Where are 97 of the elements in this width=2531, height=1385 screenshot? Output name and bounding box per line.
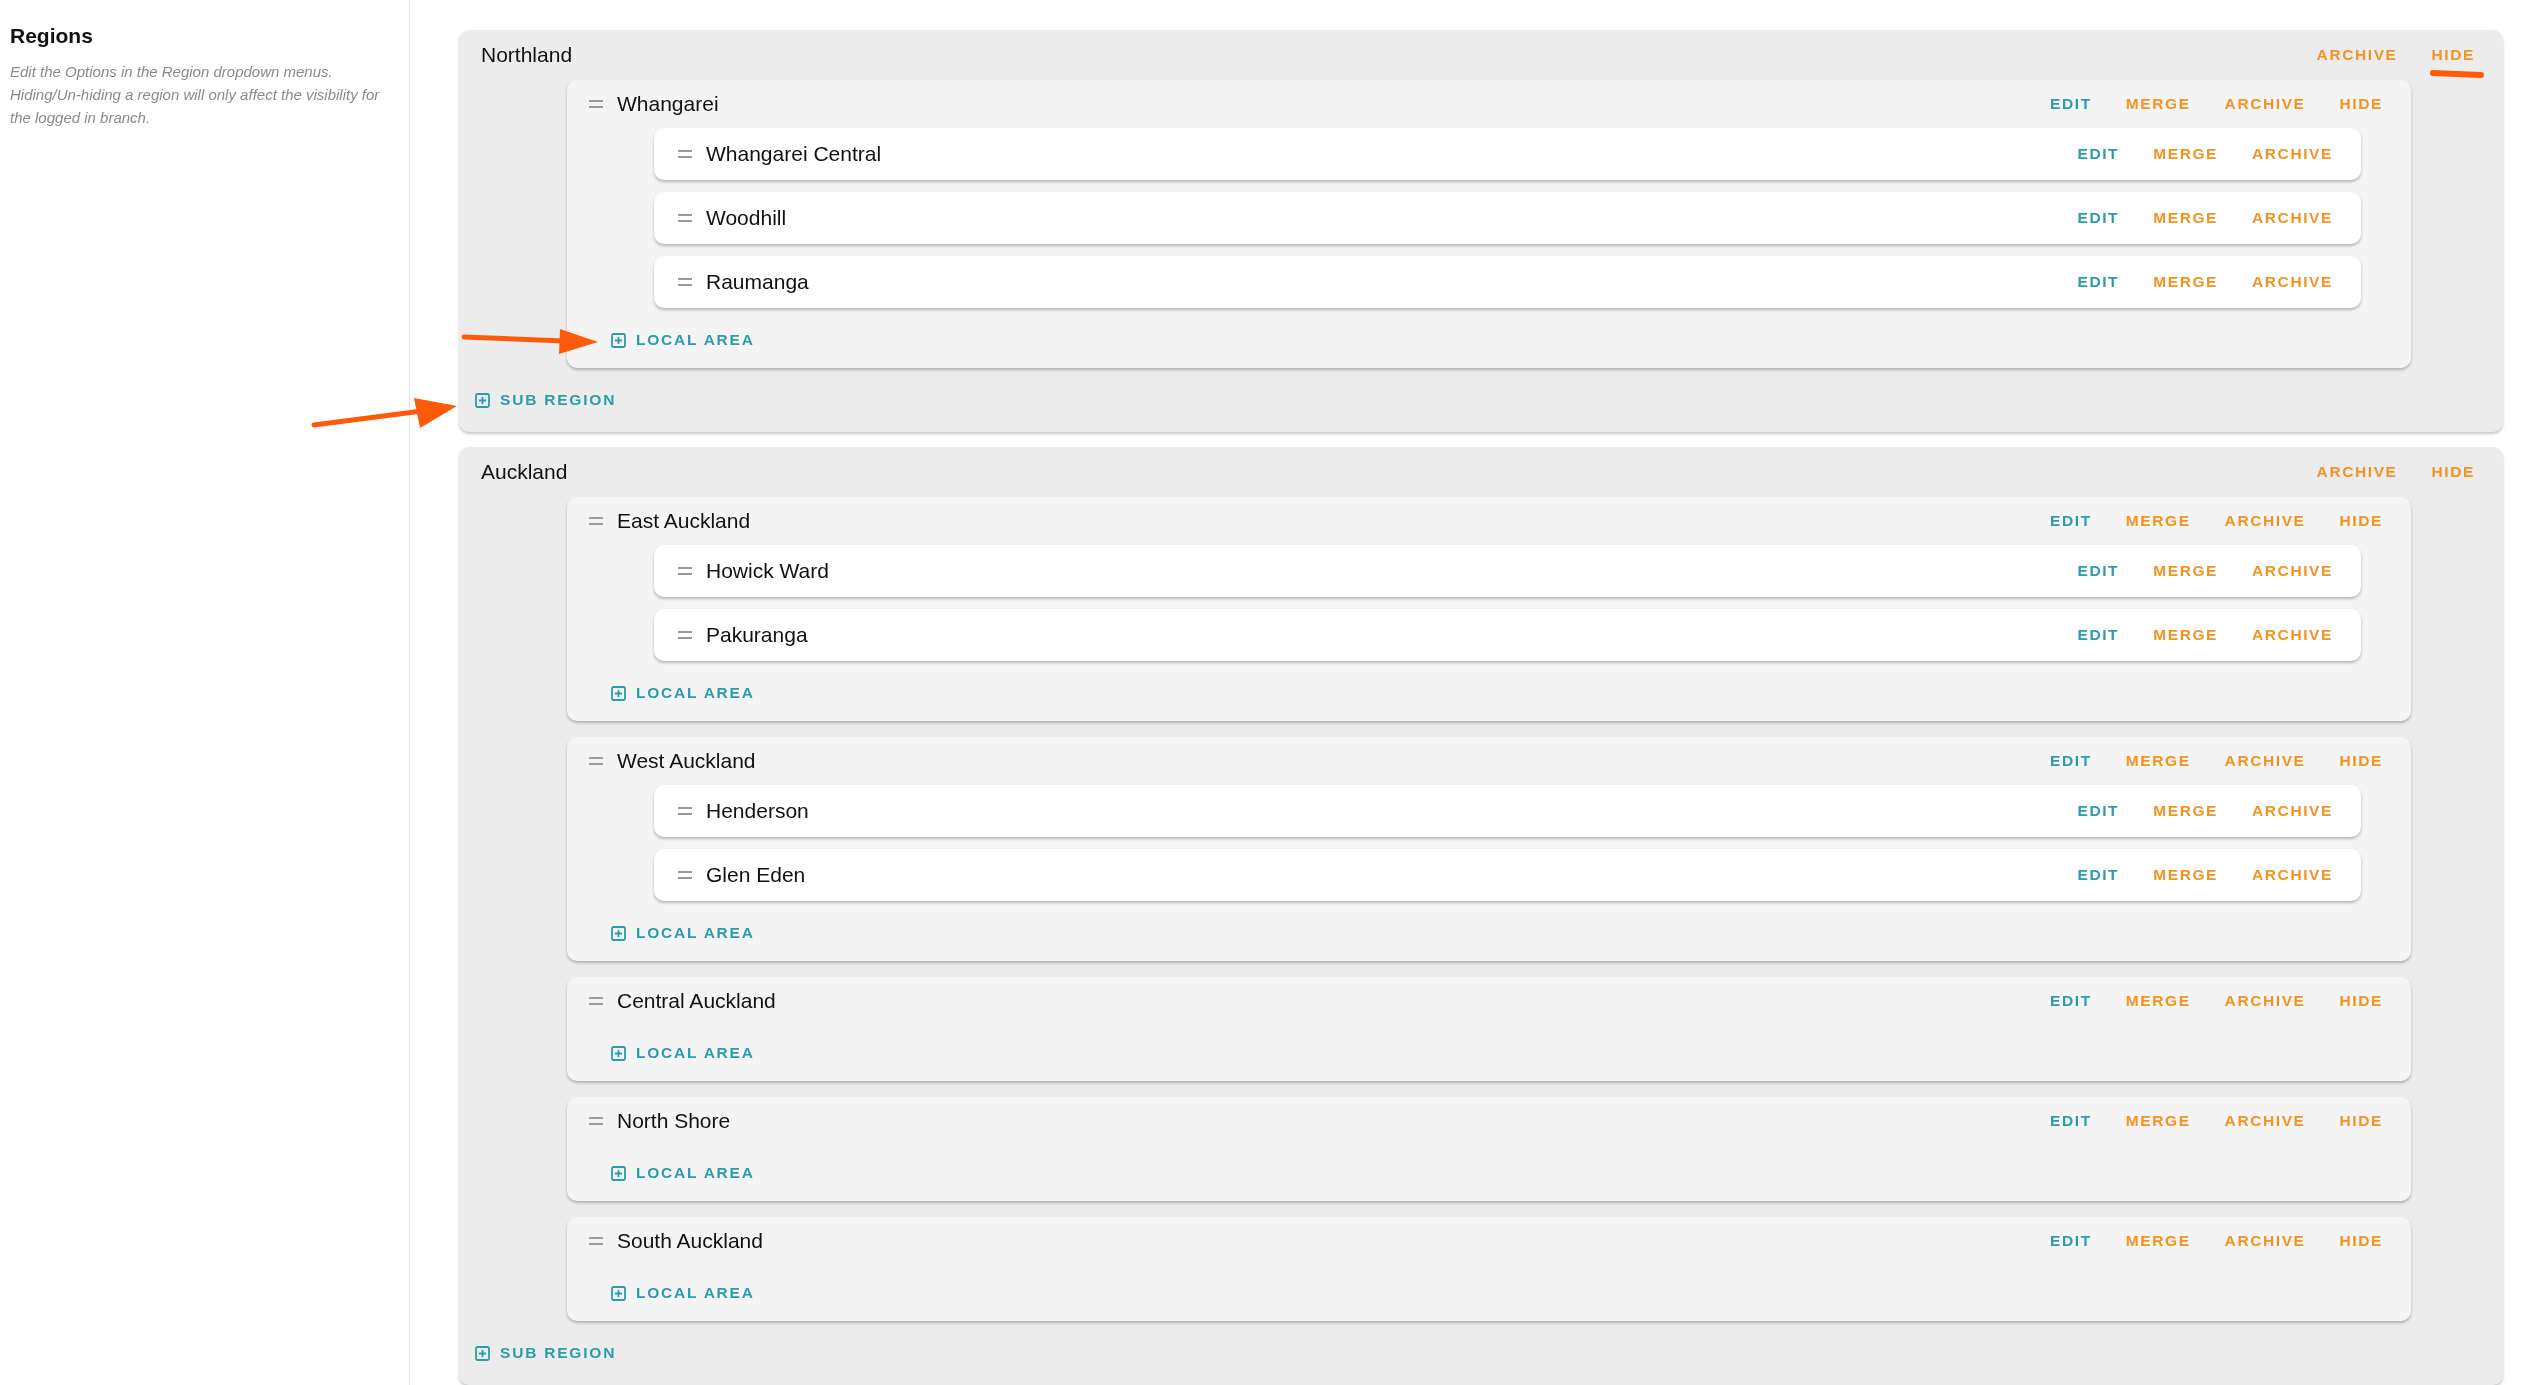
plus-square-icon xyxy=(611,1045,626,1061)
underline-mark xyxy=(2430,70,2484,78)
local-area-name: Woodhill xyxy=(706,206,788,230)
action-button[interactable]: EDIT xyxy=(2063,265,2134,299)
action-button[interactable]: EDIT xyxy=(2063,201,2134,235)
action-button[interactable]: MERGE xyxy=(2111,744,2205,778)
action-button[interactable]: HIDE xyxy=(2325,504,2397,538)
add-local-area-button[interactable]: LOCAL AREA xyxy=(607,325,759,355)
action-button[interactable]: HIDE xyxy=(2325,744,2397,778)
action-button[interactable]: MERGE xyxy=(2111,504,2205,538)
action-button[interactable]: MERGE xyxy=(2111,1104,2205,1138)
action-button[interactable]: MERGE xyxy=(2139,794,2233,828)
drag-handle-icon[interactable] xyxy=(589,1237,603,1245)
drag-handle-icon[interactable] xyxy=(678,214,692,222)
action-button[interactable]: HIDE xyxy=(2417,38,2489,72)
action-button[interactable]: MERGE xyxy=(2111,1224,2205,1258)
action-button[interactable]: MERGE xyxy=(2111,984,2205,1018)
local-area-name: Glen Eden xyxy=(706,863,807,887)
action-button[interactable]: EDIT xyxy=(2036,1104,2106,1138)
action-button[interactable]: EDIT xyxy=(2063,137,2134,171)
action-button[interactable]: ARCHIVE xyxy=(2302,455,2412,489)
action-button[interactable]: ARCHIVE xyxy=(2210,504,2320,538)
action-button[interactable]: EDIT xyxy=(2063,858,2134,892)
add-local-area-button[interactable]: LOCAL AREA xyxy=(607,1158,759,1188)
action-button[interactable]: HIDE xyxy=(2417,455,2489,489)
plus-square-icon xyxy=(611,332,626,348)
add-local-area-button[interactable]: LOCAL AREA xyxy=(607,678,759,708)
add-sub-region-button[interactable]: SUB REGION xyxy=(471,1338,621,1368)
action-button[interactable]: EDIT xyxy=(2063,618,2134,652)
local-area-name: Pakuranga xyxy=(706,623,809,647)
drag-handle-icon[interactable] xyxy=(589,517,603,525)
local-area-name: Howick Ward xyxy=(706,559,830,583)
action-button[interactable]: EDIT xyxy=(2063,554,2134,588)
add-sub-region-button[interactable]: SUB REGION xyxy=(471,385,621,415)
local-area-name: Raumanga xyxy=(706,270,810,294)
drag-handle-icon[interactable] xyxy=(678,807,692,815)
plus-square-icon xyxy=(611,1285,626,1301)
action-button[interactable]: HIDE xyxy=(2325,1104,2397,1138)
drag-handle-icon[interactable] xyxy=(678,567,692,575)
drag-handle-icon[interactable] xyxy=(589,997,603,1005)
add-local-area-button[interactable]: LOCAL AREA xyxy=(607,1038,759,1068)
action-button[interactable]: ARCHIVE xyxy=(2238,201,2347,235)
action-button[interactable]: ARCHIVE xyxy=(2210,744,2320,778)
action-button[interactable]: EDIT xyxy=(2036,984,2106,1018)
pointer-arrow-icon xyxy=(464,326,598,354)
sidebar-title: Regions xyxy=(10,24,94,48)
drag-handle-icon[interactable] xyxy=(678,150,692,158)
region-name: Northland xyxy=(481,43,574,67)
action-button[interactable]: MERGE xyxy=(2139,554,2233,588)
action-button[interactable]: MERGE xyxy=(2139,137,2233,171)
drag-handle-icon[interactable] xyxy=(589,1117,603,1125)
action-button[interactable]: ARCHIVE xyxy=(2238,554,2347,588)
action-button[interactable]: EDIT xyxy=(2036,87,2106,121)
action-button[interactable]: ARCHIVE xyxy=(2238,858,2347,892)
action-button[interactable]: MERGE xyxy=(2139,201,2233,235)
add-local-area-button[interactable]: LOCAL AREA xyxy=(607,918,759,948)
action-button[interactable]: MERGE xyxy=(2111,87,2205,121)
sub-region-name: West Auckland xyxy=(617,749,757,773)
local-area-name: Henderson xyxy=(706,799,810,823)
sub-region-name: North Shore xyxy=(617,1109,732,1133)
local-area-name: Whangarei Central xyxy=(706,142,883,166)
drag-handle-icon[interactable] xyxy=(678,278,692,286)
drag-handle-icon[interactable] xyxy=(589,757,603,765)
action-button[interactable]: EDIT xyxy=(2063,794,2134,828)
action-button[interactable]: HIDE xyxy=(2325,1224,2397,1258)
drag-handle-icon[interactable] xyxy=(589,100,603,108)
plus-square-icon xyxy=(475,392,490,408)
drag-handle-icon[interactable] xyxy=(678,631,692,639)
action-button[interactable]: HIDE xyxy=(2325,984,2397,1018)
sub-region-name: Central Auckland xyxy=(617,989,777,1013)
drag-handle-icon[interactable] xyxy=(678,871,692,879)
action-button[interactable]: ARCHIVE xyxy=(2210,1104,2320,1138)
sidebar-description: Edit the Options in the Region dropdown menus. Hiding/Un-hiding a region will only affect the visibility for the logged in branch. xyxy=(10,62,381,128)
plus-square-icon xyxy=(611,1165,626,1181)
plus-square-icon xyxy=(475,1345,490,1361)
sub-region-name: Whangarei xyxy=(617,92,720,116)
action-button[interactable]: ARCHIVE xyxy=(2302,38,2412,72)
action-button[interactable]: MERGE xyxy=(2139,265,2233,299)
action-button[interactable]: HIDE xyxy=(2325,87,2397,121)
action-button[interactable]: ARCHIVE xyxy=(2210,1224,2320,1258)
plus-square-icon xyxy=(611,925,626,941)
add-local-area-button[interactable]: LOCAL AREA xyxy=(607,1278,759,1308)
action-button[interactable]: EDIT xyxy=(2036,504,2106,538)
action-button[interactable]: ARCHIVE xyxy=(2238,265,2347,299)
action-button[interactable]: ARCHIVE xyxy=(2210,984,2320,1018)
action-button[interactable]: ARCHIVE xyxy=(2238,794,2347,828)
plus-square-icon xyxy=(611,685,626,701)
sub-region-name: South Auckland xyxy=(617,1229,764,1253)
action-button[interactable]: ARCHIVE xyxy=(2238,137,2347,171)
action-button[interactable]: ARCHIVE xyxy=(2210,87,2320,121)
sub-region-name: East Auckland xyxy=(617,509,752,533)
action-button[interactable]: MERGE xyxy=(2139,618,2233,652)
action-button[interactable]: EDIT xyxy=(2036,1224,2106,1258)
region-name: Auckland xyxy=(481,460,569,484)
action-button[interactable]: MERGE xyxy=(2139,858,2233,892)
action-button[interactable]: EDIT xyxy=(2036,744,2106,778)
action-button[interactable]: ARCHIVE xyxy=(2238,618,2347,652)
